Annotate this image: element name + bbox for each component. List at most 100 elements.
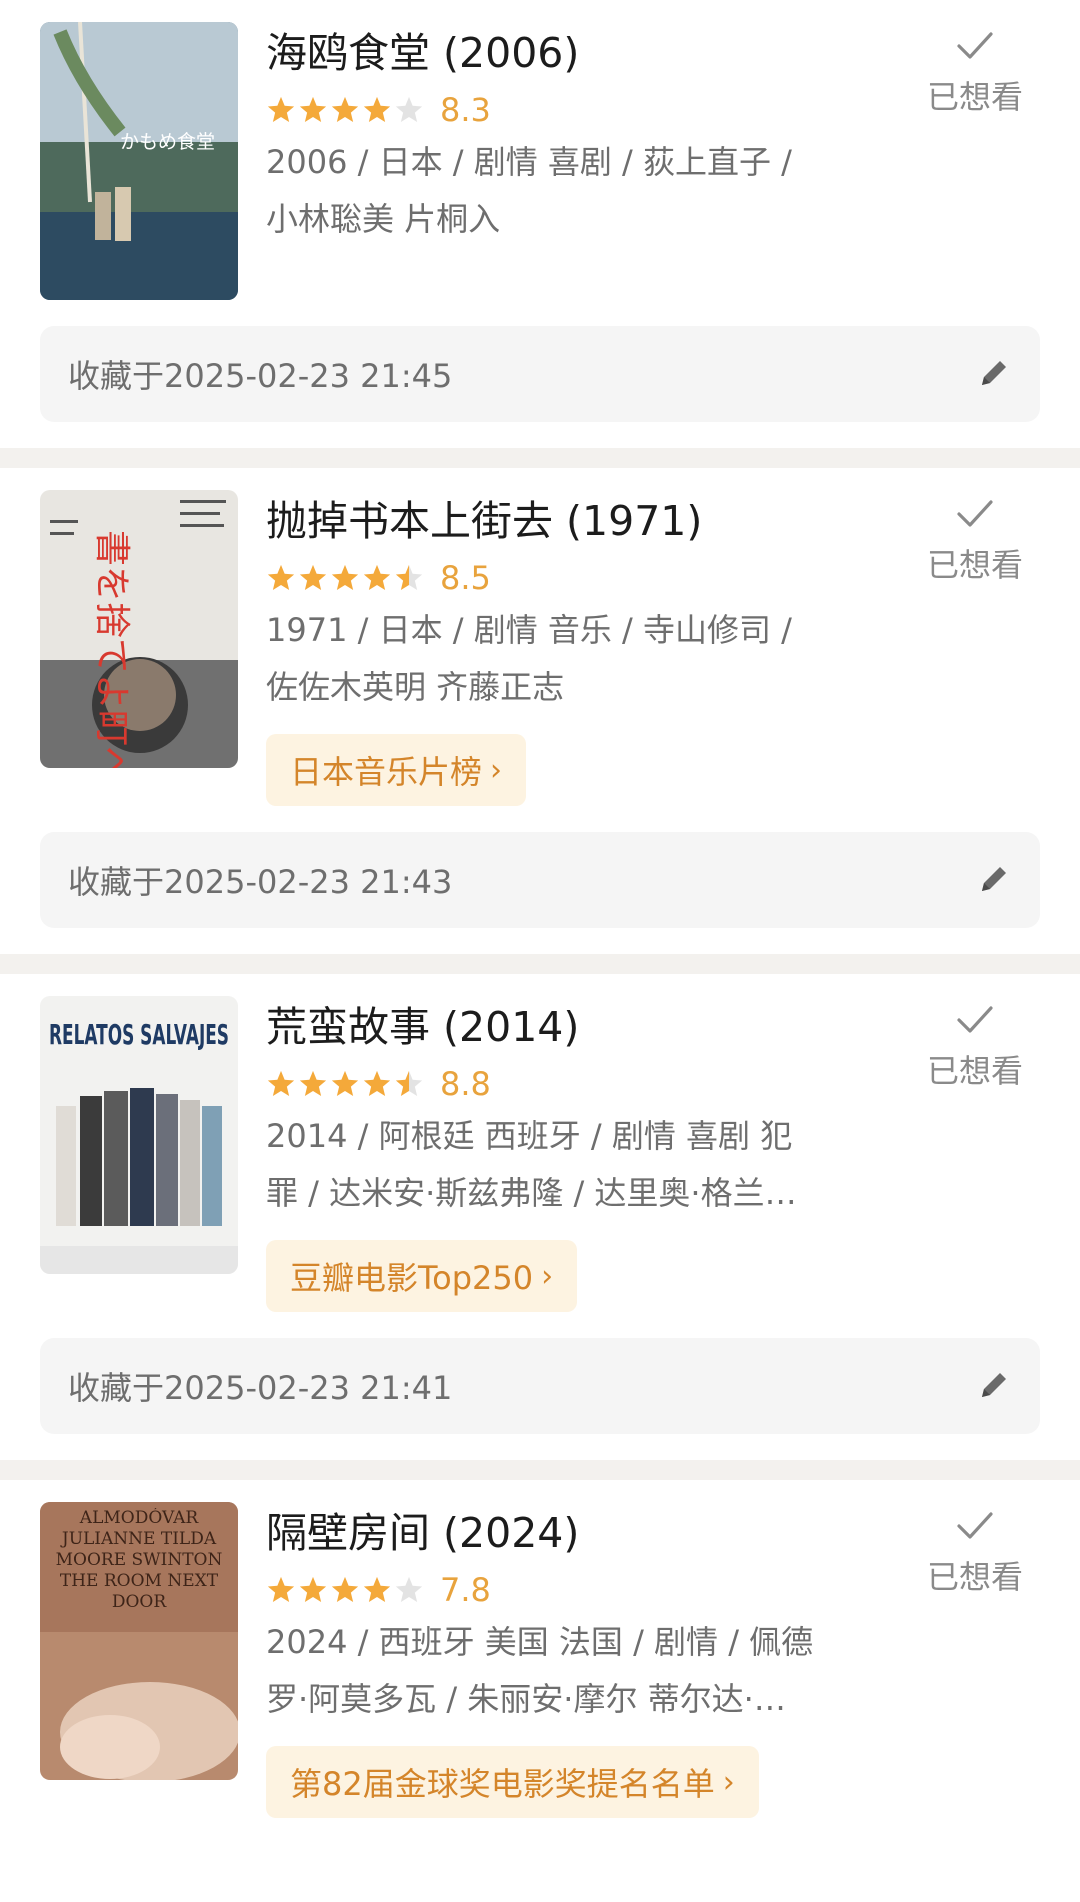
rating-score: 8.5	[440, 559, 491, 597]
wish-status-button[interactable]: 已想看	[910, 490, 1040, 586]
chevron-right-icon: ›	[722, 1764, 735, 1800]
ranking-tag[interactable]: 日本音乐片榜 ›	[266, 734, 527, 806]
check-icon	[957, 500, 993, 527]
rating-score: 7.8	[440, 1571, 491, 1609]
star-icon	[363, 1070, 391, 1096]
star-icon	[267, 564, 295, 590]
section-separator	[0, 954, 1080, 974]
movie-poster[interactable]: 書を捨てよ町へ出よう	[40, 490, 238, 768]
poster-title-text: 書を捨てよ町へ出よう	[91, 530, 132, 768]
star-icon	[267, 1576, 295, 1602]
collect-bar[interactable]: 收藏于2025-02-23 21:43	[40, 832, 1040, 928]
meta-line: 罪 / 达米安·斯兹弗隆 / 达里奥·格兰…	[266, 1174, 797, 1212]
rating-score: 8.8	[440, 1065, 491, 1103]
star-icon	[331, 1576, 359, 1602]
star-rating	[266, 95, 426, 125]
star-icon	[363, 1576, 391, 1602]
movie-info: 抛掉书本上街去 (1971) 8.5 1971 / 日本 / 剧情 音乐 / 寺…	[266, 490, 886, 806]
wish-status-button[interactable]: 已想看	[910, 22, 1040, 118]
poster-title-text: かもめ食堂	[120, 131, 215, 153]
edit-pencil-icon[interactable]	[974, 355, 1012, 393]
wish-status-label: 已想看	[926, 78, 1023, 116]
star-icon	[299, 96, 327, 122]
movie-poster[interactable]: RELATOS SALVAJES	[40, 996, 238, 1274]
chevron-right-icon: ›	[490, 752, 503, 788]
ranking-tag[interactable]: 豆瓣电影Top250 ›	[266, 1240, 578, 1312]
meta-line: 2014 / 阿根廷 西班牙 / 剧情 喜剧 犯	[266, 1117, 793, 1155]
edit-pencil-icon[interactable]	[974, 861, 1012, 899]
meta-line: 佐佐木英明 齐藤正志	[266, 668, 565, 706]
movie-row: RELATOS SALVAJES 荒蛮故事 (2014) 8.8 2014 / …	[40, 996, 1040, 1312]
rating-row: 8.5	[266, 558, 886, 598]
star-icon	[299, 564, 327, 590]
movie-poster[interactable]: ALMODÓVAR JULIANNE TILDA MOORE SWINTON T…	[40, 1502, 238, 1780]
poster-title-text: ALMODÓVAR JULIANNE TILDA MOORE SWINTON T…	[55, 1508, 223, 1612]
ranking-tag-label: 第82届金球奖电影奖提名名单	[290, 1765, 715, 1803]
movie-meta: 2014 / 阿根廷 西班牙 / 剧情 喜剧 犯 罪 / 达米安·斯兹弗隆 / …	[266, 1108, 866, 1222]
meta-line: 小林聡美 片桐入	[266, 200, 501, 238]
collect-time: 收藏于2025-02-23 21:41	[68, 1369, 453, 1407]
movie-info: 隔壁房间 (2024) 7.8 2024 / 西班牙 美国 法国 / 剧情 / …	[266, 1502, 886, 1818]
movie-row: 書を捨てよ町へ出よう 抛掉书本上街去 (1971) 8.5 1971 / 日本 …	[40, 490, 1040, 806]
rating-score: 8.3	[440, 91, 491, 129]
movie-row: ALMODÓVAR JULIANNE TILDA MOORE SWINTON T…	[40, 1502, 1040, 1818]
movie-wish-list: かもめ食堂 海鸥食堂 (2006) 8.3 2006 / 日本 / 剧情 喜剧 …	[0, 0, 1080, 1844]
wish-status-label: 已想看	[926, 1052, 1023, 1090]
check-icon	[957, 32, 993, 59]
wish-status-button[interactable]: 已想看	[910, 996, 1040, 1092]
rating-row: 7.8	[266, 1570, 886, 1610]
collect-bar[interactable]: 收藏于2025-02-23 21:41	[40, 1338, 1040, 1434]
collect-time: 收藏于2025-02-23 21:43	[68, 863, 453, 901]
check-icon	[957, 1512, 993, 1539]
star-icon	[299, 1070, 327, 1096]
movie-card[interactable]: ALMODÓVAR JULIANNE TILDA MOORE SWINTON T…	[0, 1480, 1080, 1844]
movie-card[interactable]: 書を捨てよ町へ出よう 抛掉书本上街去 (1971) 8.5 1971 / 日本 …	[0, 468, 1080, 954]
meta-line: 2006 / 日本 / 剧情 喜剧 / 荻上直子 /	[266, 143, 792, 181]
meta-line: 罗·阿莫多瓦 / 朱丽安·摩尔 蒂尔达·…	[266, 1680, 786, 1718]
star-icon	[395, 1576, 423, 1602]
movie-info: 荒蛮故事 (2014) 8.8 2014 / 阿根廷 西班牙 / 剧情 喜剧 犯…	[266, 996, 886, 1312]
star-icon	[395, 96, 423, 122]
poster-title-text: RELATOS SALVAJES	[49, 1018, 229, 1051]
chevron-right-icon: ›	[541, 1258, 554, 1294]
ranking-tag-label: 豆瓣电影Top250	[290, 1259, 534, 1297]
wish-status-label: 已想看	[926, 1558, 1023, 1596]
star-icon	[395, 1070, 423, 1096]
star-icon	[331, 96, 359, 122]
rating-row: 8.8	[266, 1064, 886, 1104]
rating-row: 8.3	[266, 90, 886, 130]
wish-status-button[interactable]: 已想看	[910, 1502, 1040, 1598]
star-rating	[266, 1575, 426, 1605]
collect-time: 收藏于2025-02-23 21:45	[68, 357, 453, 395]
star-icon	[331, 1070, 359, 1096]
section-separator	[0, 1460, 1080, 1480]
movie-meta: 1971 / 日本 / 剧情 音乐 / 寺山修司 / 佐佐木英明 齐藤正志	[266, 602, 866, 716]
meta-line: 2024 / 西班牙 美国 法国 / 剧情 / 佩德	[266, 1623, 814, 1661]
movie-title[interactable]: 荒蛮故事 (2014)	[266, 1002, 886, 1052]
star-icon	[363, 564, 391, 590]
ranking-tag[interactable]: 第82届金球奖电影奖提名名单 ›	[266, 1746, 759, 1818]
movie-card[interactable]: かもめ食堂 海鸥食堂 (2006) 8.3 2006 / 日本 / 剧情 喜剧 …	[0, 0, 1080, 448]
movie-poster[interactable]: かもめ食堂	[40, 22, 238, 300]
ranking-tag-label: 日本音乐片榜	[290, 753, 483, 791]
meta-line: 1971 / 日本 / 剧情 音乐 / 寺山修司 /	[266, 611, 792, 649]
star-rating	[266, 1069, 426, 1099]
star-icon	[299, 1576, 327, 1602]
wish-status-label: 已想看	[926, 546, 1023, 584]
collect-bar[interactable]: 收藏于2025-02-23 21:45	[40, 326, 1040, 422]
star-rating	[266, 563, 426, 593]
movie-meta: 2006 / 日本 / 剧情 喜剧 / 荻上直子 / 小林聡美 片桐入	[266, 134, 866, 248]
star-icon	[267, 1070, 295, 1096]
movie-title[interactable]: 海鸥食堂 (2006)	[266, 28, 886, 78]
star-icon	[395, 564, 423, 590]
movie-info: 海鸥食堂 (2006) 8.3 2006 / 日本 / 剧情 喜剧 / 荻上直子…	[266, 22, 886, 300]
movie-meta: 2024 / 西班牙 美国 法国 / 剧情 / 佩德 罗·阿莫多瓦 / 朱丽安·…	[266, 1614, 866, 1728]
section-separator	[0, 448, 1080, 468]
movie-row: かもめ食堂 海鸥食堂 (2006) 8.3 2006 / 日本 / 剧情 喜剧 …	[40, 22, 1040, 300]
star-icon	[267, 96, 295, 122]
edit-pencil-icon[interactable]	[974, 1367, 1012, 1405]
movie-title[interactable]: 抛掉书本上街去 (1971)	[266, 496, 886, 546]
movie-card[interactable]: RELATOS SALVAJES 荒蛮故事 (2014) 8.8 2014 / …	[0, 974, 1080, 1460]
star-icon	[363, 96, 391, 122]
movie-title[interactable]: 隔壁房间 (2024)	[266, 1508, 886, 1558]
